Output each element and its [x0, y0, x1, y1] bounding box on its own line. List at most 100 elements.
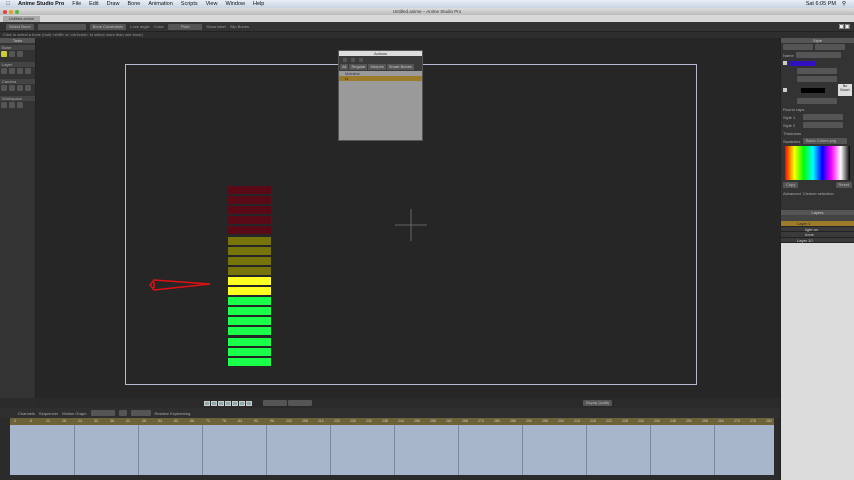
color-dropdown[interactable]: Plain [168, 23, 203, 30]
track-camera-icon[interactable] [1, 85, 7, 91]
tab-all[interactable]: All [340, 64, 349, 70]
bone-constraints-button[interactable]: Bone Constraints [89, 23, 127, 30]
swatches-dropdown[interactable]: Basic Colors.png [803, 138, 847, 144]
actions-window: Actions All Regular Morphs Smart Bones M… [338, 50, 423, 141]
duplicate-action-icon[interactable] [351, 58, 355, 62]
onionskin-dropdown[interactable] [130, 410, 151, 416]
menu-view[interactable]: View [206, 1, 218, 7]
zoom-camera-icon[interactable] [9, 85, 15, 91]
lock-angle-checkbox[interactable]: Lock angle [130, 24, 149, 29]
frame-divider [650, 425, 651, 475]
end-frame-field[interactable] [287, 400, 312, 406]
ruler-tick: 66 [190, 419, 194, 423]
ruler-tick: 102 [286, 419, 292, 423]
style1-dropdown[interactable] [803, 114, 843, 120]
action-item-selected[interactable]: t1 [339, 76, 422, 81]
effect-dropdown[interactable] [797, 68, 837, 74]
step-forward-icon[interactable] [238, 400, 245, 406]
reset-button[interactable]: Reset [835, 182, 852, 188]
ruler-tick: 24 [78, 419, 82, 423]
bone-name-field[interactable] [37, 23, 86, 30]
tab-sequencer[interactable]: Sequencer [39, 411, 58, 416]
fill-preset-dropdown[interactable] [783, 44, 813, 50]
meter-segment [228, 317, 271, 326]
rotate-layer-tool-icon[interactable] [17, 68, 23, 74]
step-back-icon[interactable] [210, 400, 217, 406]
roll-camera-icon[interactable] [17, 85, 23, 91]
stroke-preset-dropdown[interactable] [815, 44, 845, 50]
pointer-arrow-icon[interactable] [148, 278, 214, 292]
menu-scripts[interactable]: Scripts [181, 1, 198, 7]
play-back-icon[interactable] [217, 400, 224, 406]
rewind-icon[interactable] [203, 400, 210, 406]
no-brush-button[interactable]: No Brush [838, 84, 852, 96]
style-name-field[interactable] [795, 52, 841, 58]
rotate-workspace-icon[interactable] [17, 102, 23, 108]
timeline-track[interactable] [10, 425, 774, 475]
playback-controls: Display Quality [36, 398, 780, 408]
delete-action-icon[interactable] [359, 58, 363, 62]
fill-color-swatch[interactable] [789, 60, 815, 66]
translate-bone-tool-icon[interactable] [9, 51, 15, 57]
ruler-tick: 72 [206, 419, 210, 423]
meter-segment [228, 256, 271, 265]
menu-window[interactable]: Window [225, 1, 245, 7]
menu-file[interactable]: File [72, 1, 81, 7]
spotlight-icon[interactable]: ⚲ [842, 1, 846, 7]
interpolation-dropdown[interactable] [90, 410, 115, 416]
select-bone-tool-icon[interactable] [1, 51, 7, 57]
zoom-workspace-icon[interactable] [9, 102, 15, 108]
pan-camera-icon[interactable] [25, 85, 31, 91]
add-bone-tool-icon[interactable] [17, 51, 23, 57]
select-bone-dropdown[interactable]: Select Bone [6, 23, 34, 30]
display-quality-dropdown[interactable]: Display Quality [582, 400, 613, 406]
tab-motion-graph[interactable]: Motion Graph [62, 411, 86, 416]
zoom-icon[interactable] [15, 9, 19, 14]
frame-field[interactable] [262, 400, 287, 406]
menu-edit[interactable]: Edit [89, 1, 98, 7]
stop-icon[interactable] [224, 400, 231, 406]
show-label-checkbox[interactable]: Show label [206, 24, 226, 29]
interval-dropdown[interactable] [118, 410, 127, 416]
user-icon[interactable]: ▣▣ [839, 23, 850, 30]
eyedropper-tool-icon[interactable] [25, 68, 31, 74]
tab-morphs[interactable]: Morphs [368, 64, 386, 70]
ruler-tick: 270 [734, 419, 740, 423]
stroke-checkbox[interactable] [783, 88, 787, 92]
tab-channels[interactable]: Channels [18, 411, 35, 416]
tab-regular[interactable]: Regular [349, 64, 368, 70]
apple-icon[interactable]:  [6, 1, 10, 7]
new-action-icon[interactable] [343, 58, 347, 62]
fill-checkbox[interactable] [783, 61, 787, 65]
relative-keyframing-checkbox[interactable]: Relative Keyframing [155, 411, 191, 416]
ruler-tick: 84 [238, 419, 242, 423]
close-icon[interactable] [3, 9, 7, 14]
minimize-icon[interactable] [9, 9, 13, 14]
play-icon[interactable] [231, 400, 238, 406]
copy-button[interactable]: Copy [783, 182, 799, 188]
fast-forward-icon[interactable] [245, 400, 252, 406]
round-caps-checkbox[interactable]: Round caps [783, 107, 804, 112]
cleaner-selection-checkbox[interactable]: Cleaner selection [803, 191, 834, 196]
set-origin-tool-icon[interactable] [9, 68, 15, 74]
app-menu[interactable]: Anime Studio Pro [18, 1, 64, 7]
brush-dropdown[interactable] [797, 98, 837, 104]
ruler-tick: 144 [398, 419, 404, 423]
layer-row[interactable]: Layer 10 [781, 237, 854, 243]
style2-dropdown[interactable] [803, 122, 843, 128]
stroke-color-swatch[interactable] [801, 87, 825, 93]
menu-animation[interactable]: Animation [148, 1, 172, 7]
tab-smart-bones[interactable]: Smart Bones [386, 64, 414, 70]
menu-draw[interactable]: Draw [107, 1, 120, 7]
color-swatches[interactable] [785, 146, 850, 180]
effect2-dropdown[interactable] [797, 76, 837, 82]
advanced-checkbox[interactable]: Advanced [783, 191, 801, 196]
menu-help[interactable]: Help [253, 1, 264, 7]
transform-layer-tool-icon[interactable] [1, 68, 7, 74]
slip-bones-checkbox[interactable]: Slip Bones [230, 24, 249, 29]
menu-bone[interactable]: Bone [127, 1, 140, 7]
timeline-ruler[interactable]: 0 6 12 18 24 30 36 42 48 54 60 66 72 78 84 90 96 102 108 11… [10, 418, 774, 425]
meter-segment [228, 307, 271, 316]
pan-workspace-icon[interactable] [1, 102, 7, 108]
ruler-tick: 150 [414, 419, 420, 423]
